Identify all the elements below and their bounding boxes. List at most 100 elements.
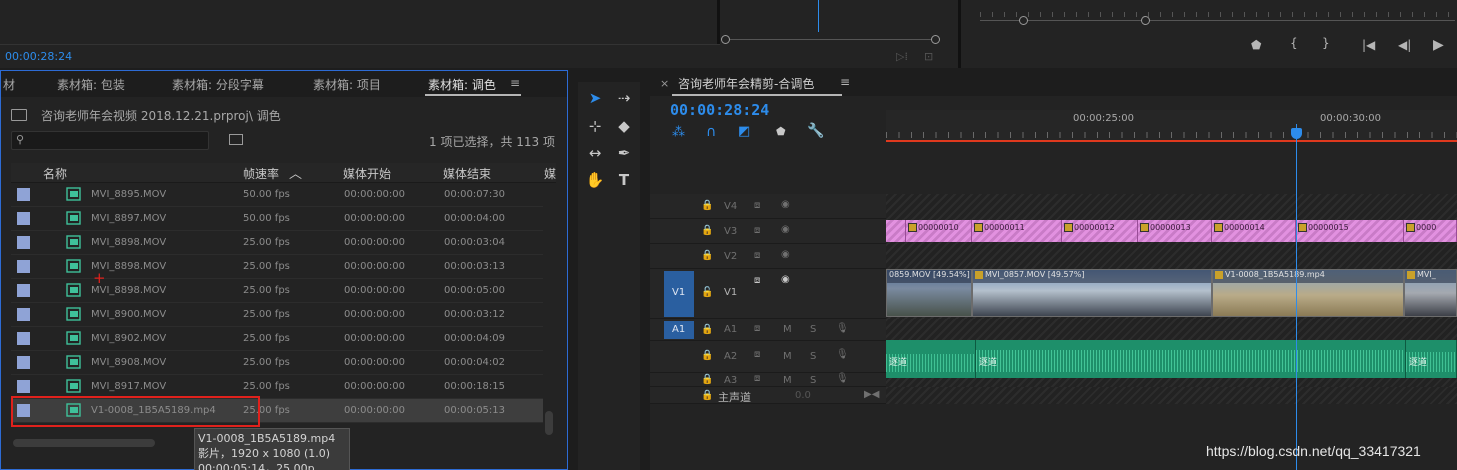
mute-button[interactable]: M (783, 324, 792, 335)
horizontal-scrollbar[interactable] (13, 439, 155, 447)
playhead-handle[interactable] (1291, 128, 1302, 139)
table-row[interactable]: MVI_8897.MOV 50.00 fps 00:00:00:00 00:00:04… (11, 207, 543, 231)
search-input[interactable]: ⚲ (11, 131, 209, 150)
v1-clip-1b5a5189[interactable]: V1-0008_1B5A5189.mp4 (1212, 269, 1404, 317)
lock-icon[interactable]: 🔒 (701, 200, 713, 211)
label-color-swatch[interactable] (17, 212, 30, 225)
sequence-menu-icon[interactable]: ≡ (840, 75, 850, 89)
close-sequence-icon[interactable]: × (660, 77, 669, 90)
master-lock-icon[interactable]: 🔒 (701, 390, 713, 401)
track-select-tool-icon[interactable]: ⇢ (612, 87, 636, 109)
sync-lock-icon[interactable]: ⧈ (754, 225, 760, 236)
solo-button[interactable]: S (810, 324, 816, 335)
label-color-swatch[interactable] (17, 380, 30, 393)
v3-graphic-clip[interactable] (886, 220, 906, 242)
bin-up-icon[interactable] (11, 109, 27, 121)
work-area-bar[interactable] (886, 140, 1457, 142)
playhead-line[interactable] (1296, 124, 1297, 470)
eye-icon[interactable]: ◉ (781, 224, 790, 235)
zoom-knob-left[interactable] (721, 35, 730, 44)
insert-icon[interactable]: ⊡ (924, 50, 933, 63)
nest-icon[interactable]: ⁂ (672, 125, 685, 140)
label-color-swatch[interactable] (17, 236, 30, 249)
solo-button[interactable]: S (810, 375, 816, 386)
a2-clip[interactable]: 逐道 (886, 340, 976, 378)
sync-lock-icon[interactable]: ⧈ (754, 250, 760, 261)
new-bin-icon[interactable] (229, 134, 243, 145)
tab-partial[interactable]: 材 (3, 76, 15, 93)
master-nav-icon[interactable]: ▶◀ (864, 389, 879, 400)
sync-lock-icon[interactable]: ⧈ (754, 373, 760, 384)
mute-button[interactable]: M (783, 375, 792, 386)
v3-graphic-clip[interactable]: 00000010 (906, 220, 972, 242)
col-media-end[interactable]: 媒体结束 (443, 165, 491, 182)
zoom-knob-right[interactable] (931, 35, 940, 44)
razor-tool-icon[interactable]: ◆ (612, 115, 636, 137)
master-volume[interactable]: 0.0 (795, 390, 811, 401)
type-tool-icon[interactable]: T (612, 169, 636, 191)
table-row[interactable]: MVI_8898.MOV 25.00 fps 00:00:00:00 00:00:03… (11, 231, 543, 255)
time-ruler[interactable]: 00:00:25:00 00:00:30:00 (886, 110, 1457, 142)
col-media-start[interactable]: 媒体开始 (343, 165, 391, 182)
eye-icon[interactable]: ◉ (781, 249, 790, 260)
lock-icon[interactable]: 🔒 (701, 374, 713, 385)
mic-icon[interactable]: 🎙 (836, 349, 849, 360)
v1-clip-0859[interactable]: 0859.MOV [49.54%] (886, 269, 972, 317)
tab-project[interactable]: 素材箱: 项目 (313, 76, 381, 93)
sequence-timecode[interactable]: 00:00:28:24 (670, 101, 769, 119)
sync-lock-icon[interactable]: ⧈ (754, 349, 760, 360)
add-marker-icon[interactable]: ⬟ (776, 125, 786, 138)
lock-icon[interactable]: 🔒 (701, 350, 713, 361)
mute-button[interactable]: M (783, 351, 792, 362)
mic-icon[interactable]: 🎙 (836, 323, 849, 334)
v3-graphic-clip[interactable]: 00000014 (1212, 220, 1296, 242)
lock-icon[interactable]: 🔒 (701, 250, 713, 261)
mic-icon[interactable]: 🎙 (836, 373, 849, 384)
selection-tool-icon[interactable]: ➤ (583, 87, 607, 109)
track-v2-lane[interactable] (886, 244, 1457, 269)
table-row[interactable]: MVI_8898.MOV 25.00 fps 00:00:00:00 00:00:03… (11, 255, 543, 279)
vertical-scrollbar[interactable] (545, 411, 553, 435)
slip-tool-icon[interactable]: ↔ (583, 142, 607, 164)
source-zoom-bar[interactable] (726, 39, 936, 40)
eye-icon[interactable]: ◉ (781, 199, 790, 210)
v3-graphic-clip[interactable]: 00000015 (1296, 220, 1404, 242)
tab-subtitles[interactable]: 素材箱: 分段字幕 (172, 76, 264, 93)
sync-lock-icon[interactable]: ⧈ (754, 275, 760, 286)
eye-icon[interactable]: ◉ (781, 274, 790, 285)
wrench-icon[interactable]: 🔧 (807, 123, 824, 139)
col-name[interactable]: 名称 (43, 165, 67, 182)
snap-icon[interactable]: ∩ (706, 124, 716, 140)
lock-icon[interactable]: 🔓 (701, 287, 713, 298)
lock-icon[interactable]: 🔒 (701, 324, 713, 335)
v3-graphic-clip[interactable]: 00000013 (1138, 220, 1212, 242)
col-fps[interactable]: 帧速率 (243, 165, 279, 182)
sync-lock-icon[interactable]: ⧈ (754, 323, 760, 334)
track-v4-lane[interactable] (886, 194, 1457, 219)
linked-selection-icon[interactable]: ◩ (738, 124, 750, 139)
label-color-swatch[interactable] (17, 188, 30, 201)
table-row[interactable]: MVI_8908.MOV 25.00 fps 00:00:00:00 00:00:04… (11, 351, 543, 375)
table-row[interactable]: MVI_8895.MOV 50.00 fps 00:00:00:00 00:00:07… (11, 183, 543, 207)
solo-button[interactable]: S (810, 351, 816, 362)
export-frame-icon[interactable]: ▷⁞ (896, 50, 908, 63)
v1-clip-0857[interactable]: MVI_0857.MOV [49.57%] (972, 269, 1212, 317)
tab-packaging[interactable]: 素材箱: 包装 (57, 76, 125, 93)
tab-color[interactable]: 素材箱: 调色 (428, 76, 496, 93)
program-zoom-bar[interactable] (980, 20, 1455, 21)
mark-in-button[interactable]: { (1290, 36, 1298, 50)
label-color-swatch[interactable] (17, 260, 30, 273)
a2-clip[interactable]: 逐道 (976, 340, 1406, 378)
table-row[interactable]: MVI_8900.MOV 25.00 fps 00:00:00:00 00:00:03… (11, 303, 543, 327)
program-knob-right[interactable] (1141, 16, 1150, 25)
v1-clip-mvi[interactable]: MVI_ (1404, 269, 1457, 317)
source-playhead[interactable] (818, 0, 819, 32)
program-knob-left[interactable] (1019, 16, 1028, 25)
mark-out-button[interactable]: } (1322, 36, 1330, 50)
hand-tool-icon[interactable]: ✋ (583, 169, 607, 191)
lock-icon[interactable]: 🔒 (701, 225, 713, 236)
col-extra[interactable]: 媒 (544, 165, 556, 182)
play-icon[interactable]: ▶ (1433, 37, 1444, 53)
ripple-edit-tool-icon[interactable]: ⊹ (583, 115, 607, 137)
panel-menu-icon[interactable]: ≡ (510, 76, 520, 90)
